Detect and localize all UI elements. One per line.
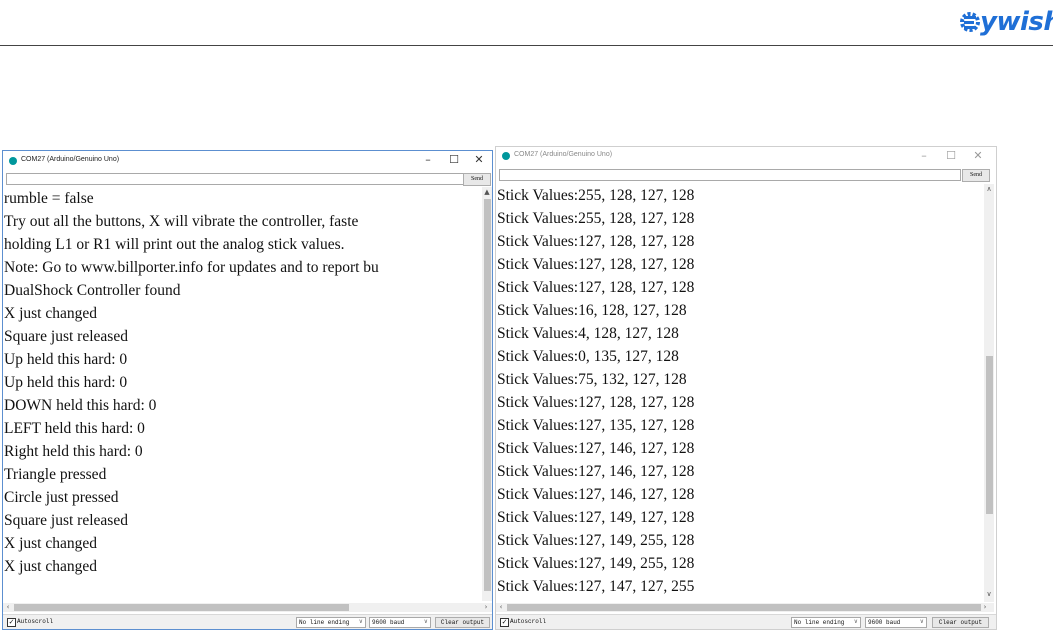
minimize-icon[interactable]: –	[416, 153, 440, 167]
horizontal-scrollbar[interactable]: ‹ ›	[3, 603, 492, 612]
output-line: Square just released	[4, 512, 128, 529]
output-line: Stick Values:0, 135, 127, 128	[497, 348, 679, 365]
output-line: Right held this hard: 0	[4, 443, 143, 460]
close-icon[interactable]: ✕	[467, 153, 491, 167]
chevron-down-icon: ∨	[853, 618, 858, 625]
line-ending-value: No line ending	[299, 619, 350, 626]
horizontal-scrollbar[interactable]: ‹ ›	[496, 603, 994, 612]
scroll-thumb[interactable]	[484, 199, 491, 591]
serial-monitor-right: COM27 (Arduino/Genuino Uno) – ☐ ✕ Send S…	[495, 146, 997, 630]
output-line: Note: Go to www.billporter.info for upda…	[4, 259, 379, 276]
output-line: Stick Values:127, 128, 127, 128	[497, 233, 695, 250]
chevron-down-icon: ∨	[423, 618, 428, 625]
output-line: Stick Values:255, 128, 127, 128	[497, 210, 695, 227]
hscroll-thumb[interactable]	[507, 604, 981, 611]
output-line: DualShock Controller found	[4, 282, 181, 299]
logo-text: ywish	[980, 7, 1053, 37]
scroll-up-icon[interactable]: ∧	[984, 185, 994, 193]
send-button[interactable]: Send	[962, 169, 990, 182]
output-line: Stick Values:127, 135, 127, 128	[497, 417, 695, 434]
send-button[interactable]: Send	[463, 173, 491, 186]
output-line: Square just released	[4, 328, 128, 345]
status-bar: ✓ Autoscroll No line ending ∨ 9600 baud ∨ …	[3, 614, 492, 629]
vertical-scrollbar[interactable]: ∧ ∨	[984, 184, 994, 602]
serial-output: rumble = false Try out all the buttons, …	[3, 187, 482, 601]
baud-select[interactable]: 9600 baud ∨	[865, 617, 927, 628]
output-line: Stick Values:127, 147, 127, 255	[497, 578, 695, 595]
serial-input[interactable]	[499, 169, 961, 181]
autoscroll-checkbox[interactable]: ✓	[7, 618, 16, 627]
arduino-icon	[9, 157, 17, 165]
serial-output: Stick Values:255, 128, 127, 128 Stick Va…	[496, 184, 984, 602]
scroll-thumb[interactable]	[986, 356, 993, 514]
output-line: rumble = false	[4, 190, 94, 207]
output-line: Stick Values:16, 128, 127, 128	[497, 302, 687, 319]
hscroll-thumb[interactable]	[14, 604, 349, 611]
maximize-icon[interactable]: ☐	[442, 153, 466, 167]
minimize-icon[interactable]: –	[912, 149, 936, 163]
output-line: Stick Values:127, 149, 127, 128	[497, 509, 695, 526]
output-line: Stick Values:255, 128, 127, 128	[497, 187, 695, 204]
output-line: X just changed	[4, 535, 97, 552]
output-line: X just changed	[4, 305, 97, 322]
window-title: COM27 (Arduino/Genuino Uno)	[514, 151, 613, 158]
close-icon[interactable]: ✕	[966, 149, 990, 163]
window-title: COM27 (Arduino/Genuino Uno)	[21, 156, 120, 163]
chevron-down-icon: ∨	[919, 618, 924, 625]
serial-monitor-left: COM27 (Arduino/Genuino Uno) – ☐ ✕ Send r…	[2, 150, 493, 630]
send-row: Send	[3, 172, 492, 186]
maximize-icon[interactable]: ☐	[939, 149, 963, 163]
autoscroll-label: Autoscroll	[17, 618, 54, 625]
output-line: Stick Values:127, 128, 127, 128	[497, 256, 695, 273]
output-line: Triangle pressed	[4, 466, 107, 483]
output-line: Stick Values:127, 146, 127, 128	[497, 440, 695, 457]
gear-logo-icon	[960, 12, 980, 32]
baud-value: 9600 baud	[868, 619, 901, 626]
titlebar: COM27 (Arduino/Genuino Uno) – ☐ ✕	[3, 151, 492, 171]
clear-output-button[interactable]: Clear output	[932, 617, 989, 628]
chevron-down-icon: ∨	[358, 618, 363, 625]
output-line: LEFT held this hard: 0	[4, 420, 145, 437]
output-line: Stick Values:127, 128, 127, 128	[497, 394, 695, 411]
vertical-scrollbar[interactable]: ▲	[482, 187, 492, 601]
titlebar: COM27 (Arduino/Genuino Uno) – ☐ ✕	[496, 147, 996, 167]
output-line: Try out all the buttons, X will vibrate …	[4, 213, 359, 230]
arduino-icon	[502, 152, 510, 160]
scroll-down-icon[interactable]: ∨	[984, 590, 994, 598]
serial-input[interactable]	[6, 173, 464, 185]
clear-output-button[interactable]: Clear output	[435, 617, 490, 628]
output-line: Stick Values:127, 146, 127, 128	[497, 486, 695, 503]
eywish-logo: ywish	[958, 3, 1053, 41]
output-line: X just changed	[4, 558, 97, 575]
scroll-up-icon[interactable]: ▲	[482, 188, 492, 196]
output-line: holding L1 or R1 will print out the anal…	[4, 236, 345, 253]
scroll-left-icon[interactable]: ‹	[3, 603, 13, 611]
output-line: Stick Values:127, 149, 255, 128	[497, 532, 695, 549]
autoscroll-checkbox[interactable]: ✓	[500, 618, 509, 627]
output-line: Up held this hard: 0	[4, 351, 128, 368]
output-line: Circle just pressed	[4, 489, 119, 506]
autoscroll-label: Autoscroll	[510, 618, 547, 625]
output-line: Stick Values:127, 128, 127, 128	[497, 279, 695, 296]
output-line: Up held this hard: 0	[4, 374, 128, 391]
scroll-left-icon[interactable]: ‹	[496, 603, 506, 611]
baud-value: 9600 baud	[372, 619, 405, 626]
scroll-right-icon[interactable]: ›	[481, 603, 491, 611]
status-bar: ✓ Autoscroll No line ending ∨ 9600 baud ∨ …	[496, 614, 996, 629]
send-row: Send	[496, 168, 996, 182]
output-line: Stick Values:75, 132, 127, 128	[497, 371, 687, 388]
output-line: Stick Values:127, 146, 127, 128	[497, 463, 695, 480]
line-ending-value: No line ending	[794, 619, 845, 626]
line-ending-select[interactable]: No line ending ∨	[296, 617, 366, 628]
output-line: Stick Values:4, 128, 127, 128	[497, 325, 679, 342]
scroll-right-icon[interactable]: ›	[980, 603, 990, 611]
header-rule	[0, 45, 1053, 46]
baud-select[interactable]: 9600 baud ∨	[369, 617, 431, 628]
output-line: DOWN held this hard: 0	[4, 397, 157, 414]
output-line: Stick Values:127, 149, 255, 128	[497, 555, 695, 572]
line-ending-select[interactable]: No line ending ∨	[791, 617, 861, 628]
